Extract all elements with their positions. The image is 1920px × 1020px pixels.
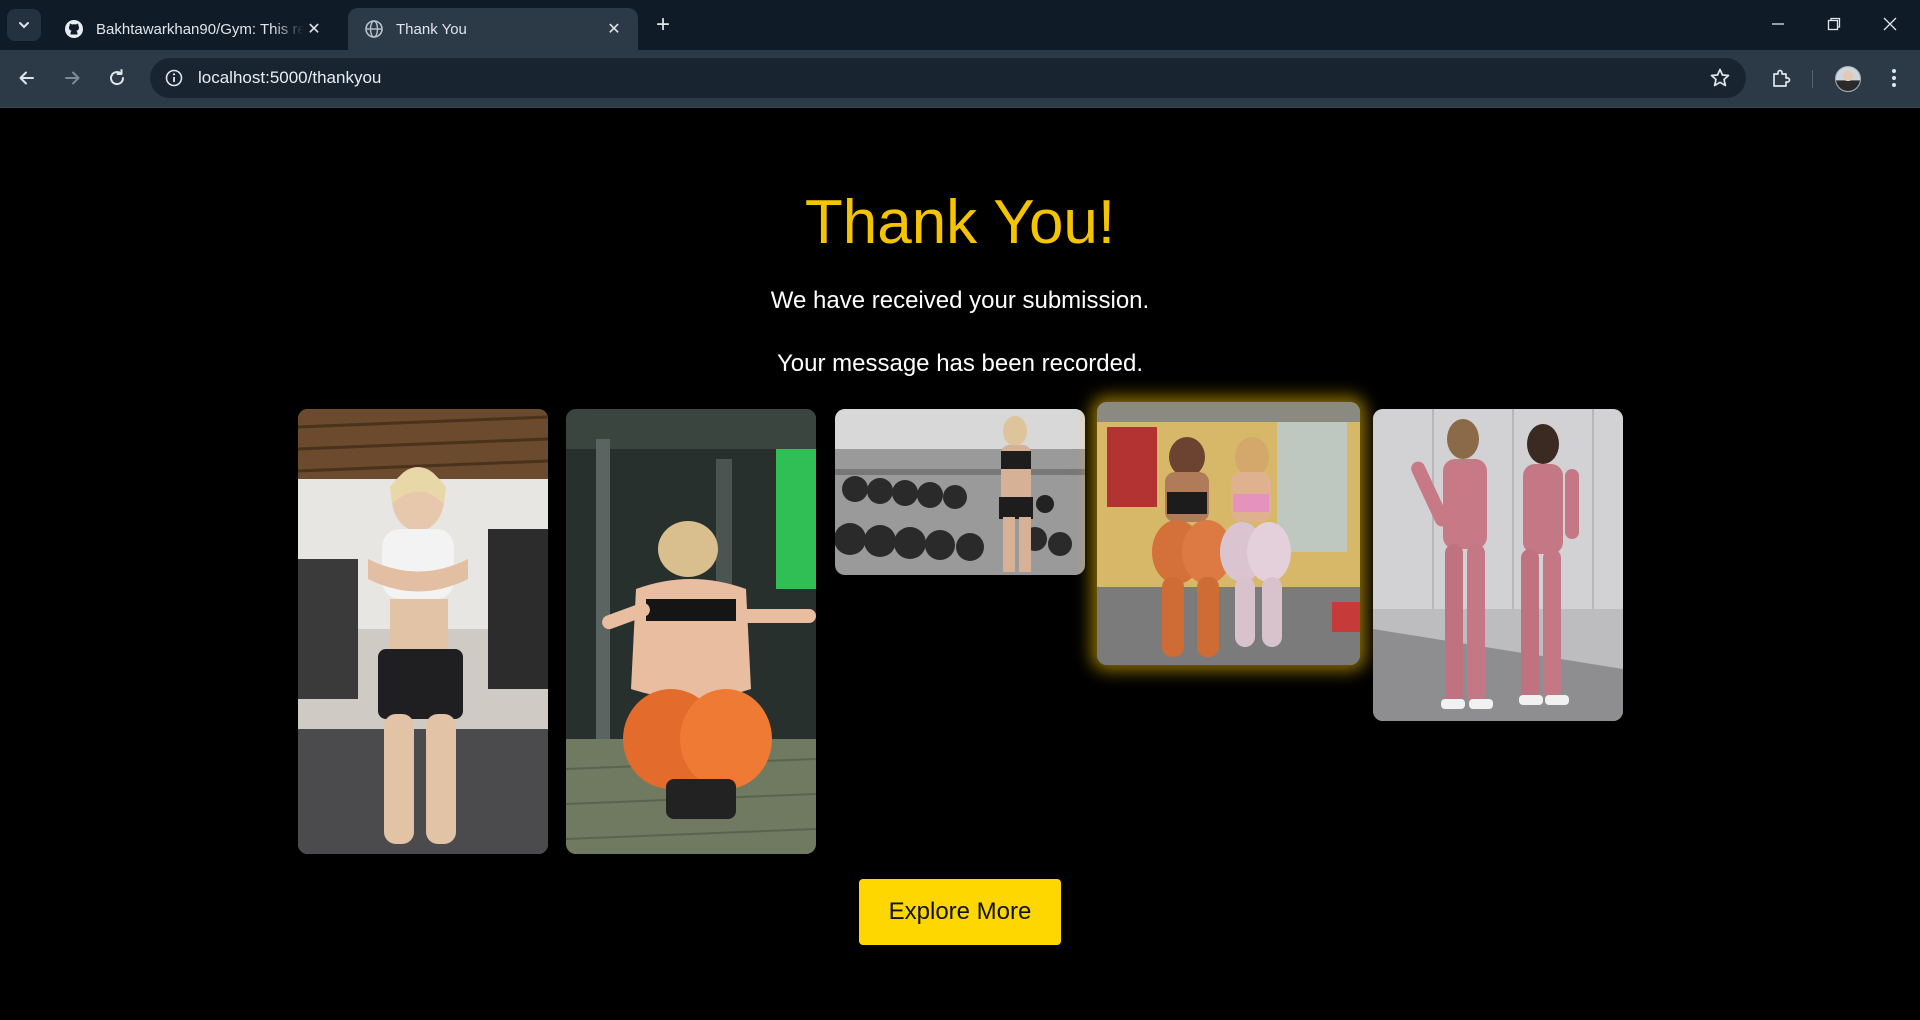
bookmark-star-icon[interactable] [1708,66,1732,90]
tab-bar: Bakhtawarkhan90/Gym: This rep ✕ Thank Yo… [0,0,1920,50]
restore-icon [1827,17,1841,31]
reload-button[interactable] [101,62,133,94]
new-tab-button[interactable]: + [650,12,676,38]
chevron-down-icon [19,22,29,29]
gallery-image-4-highlighted[interactable] [1097,402,1360,665]
url-text: localhost:5000/thankyou [198,68,382,87]
browser-toolbar: localhost:5000/thankyou [0,50,1920,108]
globe-icon [365,20,383,38]
tab-github[interactable]: Bakhtawarkhan90/Gym: This rep ✕ [48,8,338,50]
site-info-icon[interactable] [156,60,192,96]
gallery-image-2 [566,409,816,854]
menu-button[interactable] [1880,64,1908,92]
back-button[interactable] [11,62,43,94]
tab-thank-you[interactable]: Thank You ✕ [348,8,638,50]
address-bar[interactable]: localhost:5000/thankyou [150,58,1746,98]
forward-button[interactable] [56,62,88,94]
arrow-left-icon [19,71,34,85]
reload-icon [110,69,125,86]
toolbar-divider [1812,70,1813,88]
explore-more-button[interactable]: Explore More [859,879,1061,945]
github-icon [65,20,83,38]
arrow-right-icon [65,71,80,85]
page-content: Thank You! We have received your submiss… [0,109,1920,1020]
close-icon [1883,17,1897,31]
page-title: Thank You! [804,188,1116,257]
gallery-image-5 [1373,409,1623,721]
tab-title: Thank You [396,20,467,38]
tab-search-button[interactable] [7,9,41,41]
minimize-icon [1772,23,1784,25]
close-tab-icon[interactable]: ✕ [604,19,624,39]
close-tab-icon[interactable]: ✕ [304,19,324,39]
more-vert-icon [1892,69,1896,87]
puzzle-icon [1773,69,1791,87]
confirmation-text: We have received your submission. [770,287,1150,314]
tab-title: Bakhtawarkhan90/Gym: This rep [96,20,304,38]
close-window-button[interactable] [1862,0,1918,48]
gallery-image-1 [298,409,548,854]
restore-button[interactable] [1806,0,1862,48]
gallery-image-3 [835,409,1085,575]
minimize-button[interactable] [1750,0,1806,48]
profile-avatar[interactable] [1835,66,1861,92]
extensions-button[interactable] [1767,64,1795,92]
message-recorded-text: Your message has been recorded. [776,350,1144,377]
